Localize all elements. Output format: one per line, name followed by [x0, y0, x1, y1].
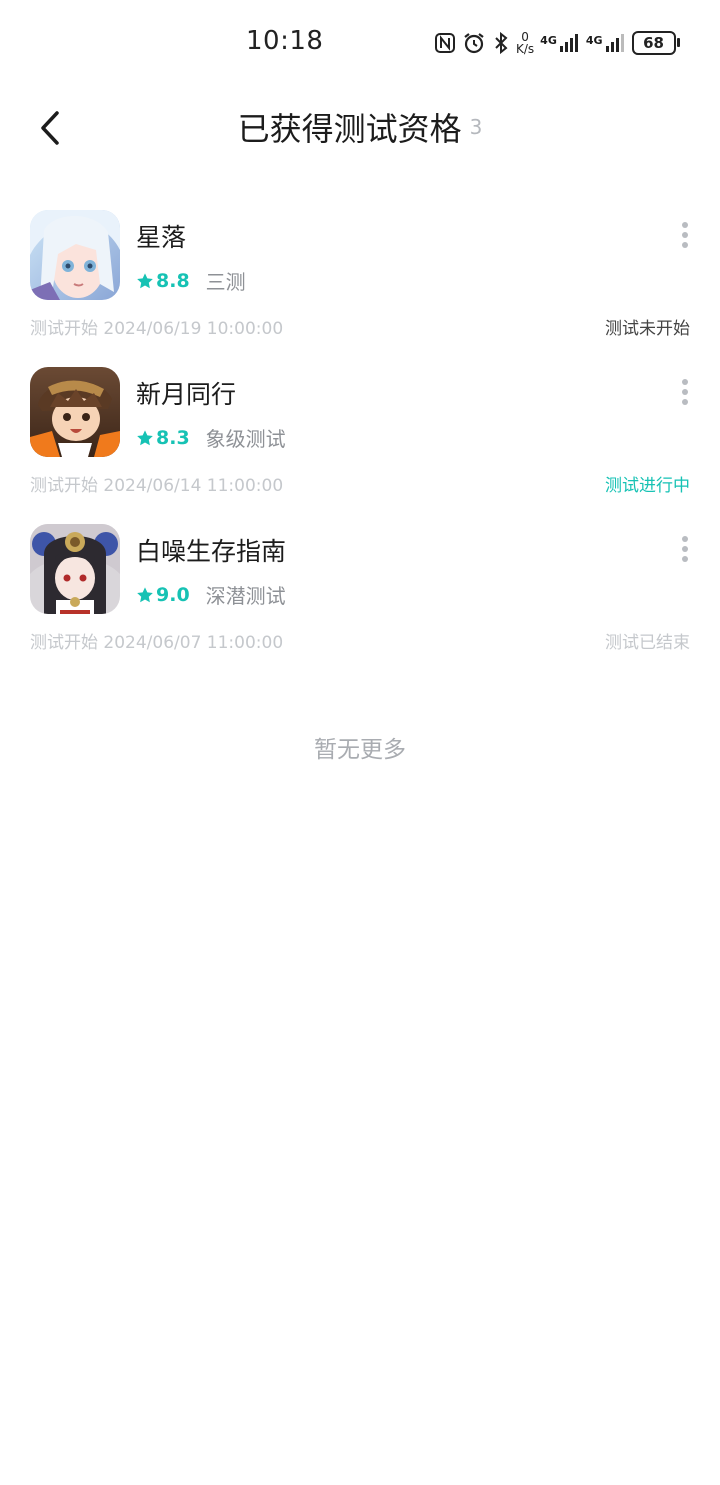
signal-1-label: 4G [540, 34, 557, 47]
bluetooth-icon [492, 31, 510, 55]
header: 已获得测试资格 3 [0, 86, 720, 170]
title-wrap: 已获得测试资格 3 [0, 104, 720, 150]
signal-bar [615, 38, 619, 52]
status-time: 10:18 [246, 26, 324, 56]
app-icon[interactable] [30, 524, 120, 614]
test-stage: 深潜测试 [205, 584, 286, 608]
signal-bar [610, 42, 614, 52]
star-icon [137, 429, 153, 445]
signal-1: 4G [540, 34, 578, 52]
more-options-button[interactable] [678, 222, 692, 248]
test-stage: 三测 [205, 270, 246, 294]
net-speed-unit: K/s [516, 42, 535, 56]
app-icon[interactable] [30, 367, 120, 457]
app-icon[interactable] [30, 210, 120, 300]
status-icons: 0 K/s 4G 4G 68 [434, 28, 680, 58]
dot [682, 399, 688, 405]
rating: 8.8 三测 [136, 266, 246, 295]
signal-bar [564, 42, 568, 52]
no-more-text: 暂无更多 [314, 737, 406, 763]
dot [682, 556, 688, 562]
test-start-time: 测试开始 2024/06/19 10:00:00 [30, 319, 284, 339]
rating: 9.0 深潜测试 [136, 580, 286, 609]
battery-icon: 68 [631, 31, 680, 55]
battery-level: 68 [643, 34, 664, 52]
test-status: 测试未开始 [605, 319, 690, 339]
rating-score: 9.0 [156, 583, 190, 606]
signal-2-label: 4G [585, 34, 603, 47]
nfc-icon [434, 32, 456, 54]
dot [682, 536, 688, 542]
signal-bar [559, 46, 563, 52]
page: 10:18 0 K/s 4G 4G 68 已获得测试资格 3 星落 8.8 三测… [0, 0, 720, 1485]
test-start-time: 测试开始 2024/06/07 11:00:00 [30, 633, 284, 653]
list-item[interactable]: 新月同行 8.3 象级测试 测试开始 2024/06/14 11:00:00 测… [0, 363, 720, 520]
test-stage: 象级测试 [205, 427, 286, 451]
list-item[interactable]: 白噪生存指南 9.0 深潜测试 测试开始 2024/06/07 11:00:00… [0, 520, 720, 677]
dot [682, 222, 688, 228]
page-title: 已获得测试资格 [237, 110, 462, 148]
signal-bar [574, 34, 578, 52]
app-name: 白噪生存指南 [136, 537, 287, 566]
test-start-time: 测试开始 2024/06/14 11:00:00 [30, 476, 284, 496]
more-options-button[interactable] [678, 536, 692, 562]
dot [682, 232, 688, 238]
dot [682, 379, 688, 385]
test-status: 测试进行中 [605, 476, 690, 496]
alarm-icon [462, 31, 486, 55]
list-item[interactable]: 星落 8.8 三测 测试开始 2024/06/19 10:00:00 测试未开始 [0, 206, 720, 363]
rating: 8.3 象级测试 [136, 423, 286, 452]
network-speed: 0 K/s [516, 31, 534, 55]
star-icon [137, 586, 153, 602]
star-icon [137, 272, 153, 288]
app-name: 新月同行 [136, 380, 237, 409]
signal-bar [569, 38, 573, 52]
title-count: 3 [469, 115, 483, 139]
rating-score: 8.3 [156, 426, 190, 449]
test-status: 测试已结束 [605, 633, 690, 653]
more-options-button[interactable] [678, 379, 692, 405]
signal-2: 4G [586, 34, 624, 52]
status-bar: 10:18 0 K/s 4G 4G 68 [0, 0, 720, 86]
app-name: 星落 [136, 223, 187, 252]
signal-bar [605, 46, 609, 52]
rating-score: 8.8 [156, 269, 190, 292]
dot [682, 242, 688, 248]
dot [682, 546, 688, 552]
game-list: 星落 8.8 三测 测试开始 2024/06/19 10:00:00 测试未开始 [0, 206, 720, 677]
signal-bar [620, 34, 624, 52]
dot [682, 389, 688, 395]
